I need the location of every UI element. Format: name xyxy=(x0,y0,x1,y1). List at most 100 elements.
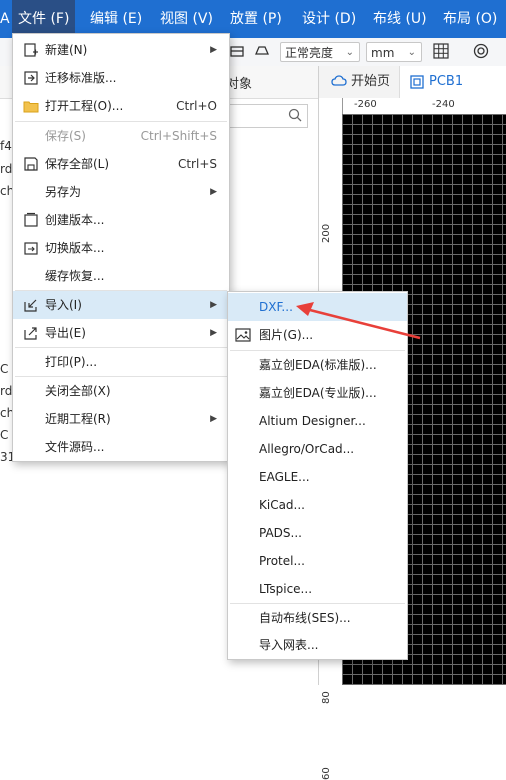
menubar-item-place[interactable]: 放置 (P) xyxy=(230,0,282,38)
new-file-icon xyxy=(23,42,39,58)
submenu-item-import-netlist[interactable]: 导入网表... xyxy=(228,631,407,659)
menu-item-create-version[interactable]: 创建版本... xyxy=(13,206,229,234)
submenu-item-lceda-std[interactable]: 嘉立创EDA(标准版)... xyxy=(228,351,407,379)
import-icon xyxy=(23,297,39,313)
tab-pcb1-label: PCB1 xyxy=(429,74,464,89)
submenu-item-autoroute-ses[interactable]: 自动布线(SES)... xyxy=(228,604,407,632)
eye-icon[interactable] xyxy=(253,42,271,62)
menu-item-label: 迁移标准版... xyxy=(45,71,117,85)
ruler-label: 200 xyxy=(321,223,332,243)
search-input[interactable] xyxy=(226,104,308,128)
save-icon xyxy=(23,156,39,172)
submenu-item-image[interactable]: 图片(G)... xyxy=(228,321,407,349)
fill-icon[interactable] xyxy=(228,42,246,62)
export-icon xyxy=(23,325,39,341)
chevron-right-icon: ▶ xyxy=(210,45,217,55)
menu-item-save-as[interactable]: 另存为 ▶ xyxy=(13,178,229,206)
menu-item-label: 图片(G)... xyxy=(259,328,314,342)
tab-start-page[interactable]: 开始页 xyxy=(351,66,390,98)
chevron-right-icon: ▶ xyxy=(210,414,217,424)
cloud-icon xyxy=(331,74,347,91)
menu-item-print[interactable]: 打印(P)... xyxy=(13,348,229,376)
menu-item-label: 导入网表... xyxy=(259,638,319,652)
pcb-icon xyxy=(410,75,424,92)
submenu-item-pads[interactable]: PADS... xyxy=(228,519,407,547)
brightness-select-value: 正常亮度 xyxy=(285,46,334,60)
list-item: rd xyxy=(0,162,13,176)
menu-item-label: Altium Designer... xyxy=(259,414,366,428)
chevron-right-icon: ▶ xyxy=(210,300,217,310)
submenu-item-protel[interactable]: Protel... xyxy=(228,547,407,575)
switch-version-icon xyxy=(23,240,39,256)
submenu-item-eagle[interactable]: EAGLE... xyxy=(228,463,407,491)
menubar-item-route[interactable]: 布线 (U) xyxy=(373,0,427,38)
ruler-label: -240 xyxy=(432,99,455,110)
menu-item-new[interactable]: 新建(N) ▶ xyxy=(13,36,229,64)
menu-item-label: 另存为 xyxy=(45,185,82,199)
menu-item-switch-version[interactable]: 切换版本... xyxy=(13,234,229,262)
menu-item-import[interactable]: 导入(I) ▶ xyxy=(13,291,229,319)
target-icon[interactable] xyxy=(472,42,490,62)
ruler-label: 60 xyxy=(321,767,332,780)
menu-item-migrate[interactable]: 迁移标准版... xyxy=(13,64,229,92)
menu-item-label: KiCad... xyxy=(259,498,305,512)
list-item: C xyxy=(0,428,9,442)
menu-item-label: 保存(S) xyxy=(45,129,86,143)
menu-item-export[interactable]: 导出(E) ▶ xyxy=(13,319,229,347)
ruler-top: -260 -240 xyxy=(342,98,506,115)
menu-item-label: 打印(P)... xyxy=(45,355,98,369)
menu-item-label: Protel... xyxy=(259,554,305,568)
menu-item-label: 新建(N) xyxy=(45,43,88,57)
menu-item-save: 保存(S) Ctrl+Shift+S xyxy=(13,122,229,150)
submenu-item-lceda-pro[interactable]: 嘉立创EDA(专业版)... xyxy=(228,379,407,407)
menu-item-label: 创建版本... xyxy=(45,213,105,227)
menu-item-label: EAGLE... xyxy=(259,470,310,484)
menu-item-label: 导出(E) xyxy=(45,326,86,340)
menu-item-shortcut: Ctrl+S xyxy=(177,157,217,171)
submenu-item-ltspice[interactable]: LTspice... xyxy=(228,575,407,603)
menu-item-label: PADS... xyxy=(259,526,302,540)
menu-item-save-all[interactable]: 保存全部(L) Ctrl+S xyxy=(13,150,229,178)
ruler-label: 80 xyxy=(321,691,332,704)
menubar-item-app[interactable]: A xyxy=(0,0,10,38)
chevron-right-icon: ▶ xyxy=(210,187,217,197)
submenu-item-dxf[interactable]: DXF... xyxy=(228,293,407,321)
menu-item-label: 文件源码... xyxy=(45,440,105,454)
list-item: C xyxy=(0,362,9,376)
chevron-right-icon: ▶ xyxy=(210,328,217,338)
list-item: rd xyxy=(0,384,13,398)
menu-item-file-source[interactable]: 文件源码... xyxy=(13,433,229,461)
version-icon xyxy=(23,212,39,228)
menu-item-label: 关闭全部(X) xyxy=(45,384,111,398)
menu-item-label: 导入(I) xyxy=(45,298,82,312)
unit-select[interactable]: mm ⌄ xyxy=(366,42,422,62)
chevron-down-icon: ⌄ xyxy=(345,47,354,58)
menu-item-label: 保存全部(L) xyxy=(45,157,110,171)
migrate-icon xyxy=(23,70,39,86)
menu-item-open-project[interactable]: 打开工程(O)... Ctrl+O xyxy=(13,92,229,120)
folder-icon xyxy=(23,98,39,114)
menu-item-label: 近期工程(R) xyxy=(45,412,111,426)
menu-item-cache-restore[interactable]: 缓存恢复... xyxy=(13,262,229,290)
menu-item-label: Allegro/OrCad... xyxy=(259,442,355,456)
submenu-item-kicad[interactable]: KiCad... xyxy=(228,491,407,519)
brightness-select[interactable]: 正常亮度 ⌄ xyxy=(280,42,360,62)
menu-item-label: 自动布线(SES)... xyxy=(259,611,351,625)
import-submenu: DXF... 图片(G)... 嘉立创EDA(标准版)... 嘉立创EDA(专业… xyxy=(227,291,408,660)
menu-item-close-all[interactable]: 关闭全部(X) xyxy=(13,377,229,405)
menu-item-label: LTspice... xyxy=(259,582,313,596)
menubar-item-design[interactable]: 设计 (D) xyxy=(302,0,356,38)
submenu-item-allegro[interactable]: Allegro/OrCad... xyxy=(228,435,407,463)
submenu-item-altium[interactable]: Altium Designer... xyxy=(228,407,407,435)
menu-item-label: 嘉立创EDA(标准版)... xyxy=(259,358,377,372)
menu-item-shortcut: Ctrl+O xyxy=(176,99,217,113)
menu-item-label: DXF... xyxy=(259,300,293,314)
menu-item-label: 切换版本... xyxy=(45,241,105,255)
menu-item-recent-projects[interactable]: 近期工程(R) ▶ xyxy=(13,405,229,433)
menu-item-label: 缓存恢复... xyxy=(45,269,105,283)
menu-item-label: 嘉立创EDA(专业版)... xyxy=(259,386,377,400)
tab-pcb1[interactable]: PCB1 xyxy=(399,66,506,98)
file-menu: 新建(N) ▶ 迁移标准版... 打开工程(O)... Ctrl+O 保存(S)… xyxy=(12,33,230,462)
menubar-item-layout[interactable]: 布局 (O) xyxy=(443,0,497,38)
grid-icon[interactable] xyxy=(432,42,450,62)
